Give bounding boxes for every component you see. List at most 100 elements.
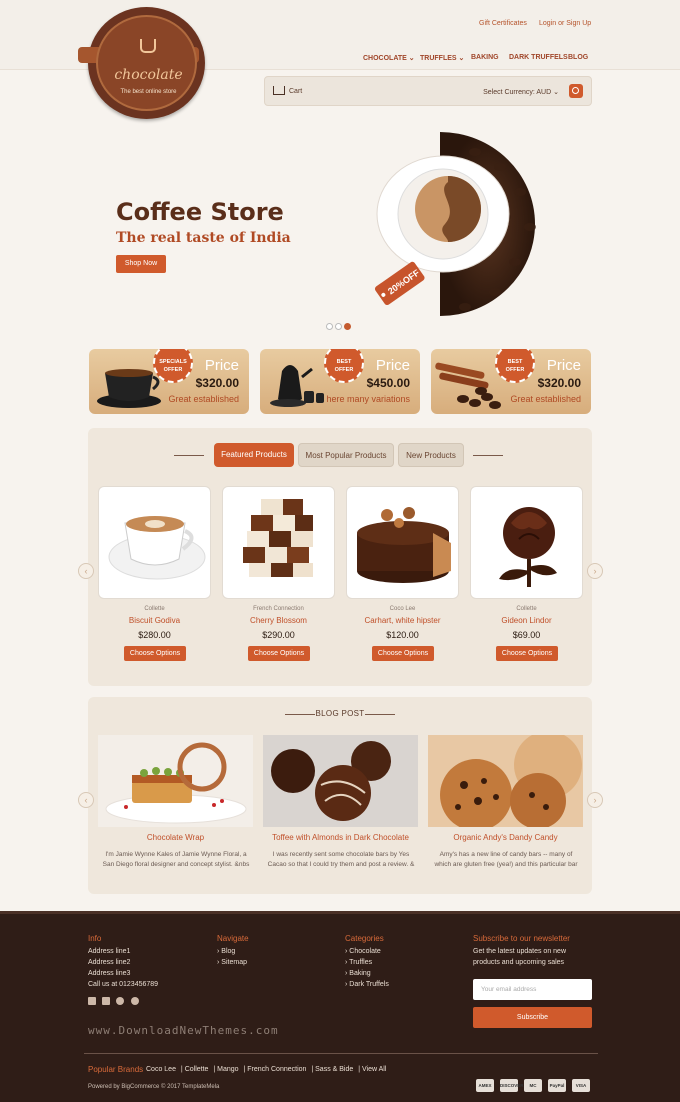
gift-certificates-link[interactable]: Gift Certificates [479,20,527,27]
product-card-image[interactable] [346,486,459,599]
product-name[interactable]: Cherry Blossom [222,616,335,625]
offer-price: $320.00 [195,376,239,390]
newsletter-email-input[interactable]: Your email address [473,979,592,1000]
blog-next-arrow-icon[interactable]: › [587,792,603,808]
watermark-text: www.DownloadNewThemes.com [88,1024,279,1037]
brand-link[interactable]: View All [362,1066,386,1073]
footer-link-blog[interactable]: › Blog [217,948,235,955]
product-card-image[interactable] [222,486,335,599]
best-offer-badge: BEST OFFER [495,349,535,383]
slider-dot-2[interactable] [335,323,342,330]
footer-link-baking[interactable]: › Baking [345,970,371,977]
carousel-next-arrow-icon[interactable]: › [587,563,603,579]
logo-tagline: The best online store [120,89,177,95]
shop-now-button[interactable]: Shop Now [116,255,166,273]
offer-banner-3[interactable]: BEST OFFER Price $320.00 Great establishe… [431,349,591,414]
offer-banner-1[interactable]: SPECIALS OFFER Price $320.00 Great establ… [89,349,249,414]
blog-section-title: BLOG POST [315,709,365,718]
cart-icon[interactable] [273,86,285,95]
product-brand: Collette [144,606,165,612]
brand-link[interactable]: French Connection [247,1066,306,1073]
nav-item-blog[interactable]: BLOG [568,54,588,61]
product-card-image[interactable] [470,486,583,599]
chevron-down-icon: ⌄ [458,55,465,62]
carousel-prev-arrow-icon[interactable]: ‹ [78,563,94,579]
login-signup-link[interactable]: Login or Sign Up [539,20,591,27]
facebook-icon[interactable] [88,997,96,1005]
footer-info-title: Info [88,934,102,943]
specials-offer-badge: SPECIALS OFFER [153,349,193,383]
offer-banner-2[interactable]: BEST OFFER Price $450.00 here many variat… [260,349,420,414]
newsletter-text: products and upcoming sales [473,959,565,966]
product-card-image[interactable] [98,486,211,599]
visa-icon: VISA [572,1079,590,1092]
footer-link-truffles[interactable]: › Truffles [345,959,372,966]
site-logo[interactable]: chocolate The best online store [78,7,205,119]
product-brand: Coco Lee [389,606,416,612]
footer-link-chocolate[interactable]: › Chocolate [345,948,381,955]
cart-link[interactable]: Cart [289,88,302,95]
slider-dot-1[interactable] [326,323,333,330]
product-price: $290.00 [262,630,295,640]
best-offer-badge: BEST OFFER [324,349,364,383]
footer-navigate-title: Navigate [217,934,249,943]
choose-options-button[interactable]: Choose Options [496,646,558,661]
nav-item-baking[interactable]: BAKING [471,54,499,61]
cinnamon-beans-image [435,362,501,409]
chevron-right-icon: › [345,981,348,988]
product-name[interactable]: Gideon Lindor [470,616,583,625]
brand-link[interactable]: Coco Lee [146,1066,176,1073]
logo-name: chocolate [114,67,183,83]
currency-select[interactable]: Select Currency: AUD ⌄ [483,88,559,96]
offer-price-label: Price [375,357,410,374]
choose-options-button[interactable]: Choose Options [248,646,310,661]
chevron-right-icon: › [345,959,348,966]
product-name[interactable]: Biscuit Godiva [98,616,211,625]
tab-most-popular-products[interactable]: Most Popular Products [298,443,394,467]
nav-item-truffles[interactable]: TRUFFLES ⌄ [420,54,464,62]
hero-subtitle: The real taste of India [116,230,291,246]
nav-item-chocolate[interactable]: CHOCOLATE ⌄ [363,54,415,62]
blog-post-excerpt: Amy's has a new line of candy bars -- ma… [434,851,578,868]
pinterest-icon[interactable] [131,997,139,1005]
newsletter-title: Subscribe to our newsletter [473,934,570,943]
chocolate-rose-image [499,507,557,587]
chocolate-truffles-image [271,741,391,821]
brand-link[interactable]: Collette [185,1066,209,1073]
chevron-right-icon: › [345,970,348,977]
blog-post-title[interactable]: Chocolate Wrap [98,833,253,842]
coffee-cup-icon [140,39,156,53]
product-name[interactable]: Carhart, white hipster [346,616,459,625]
brand-link[interactable]: Sass & Bide [315,1066,353,1073]
logo-badge: chocolate The best online store [96,15,197,111]
slider-dot-3[interactable] [344,323,351,330]
product-price: $280.00 [138,630,171,640]
blog-prev-arrow-icon[interactable]: ‹ [78,792,94,808]
blog-post-title[interactable]: Toffee with Almonds in Dark Chocolate [263,833,418,842]
search-icon[interactable] [569,84,583,98]
footer-address-line: Address line3 [88,970,131,977]
linkedin-icon[interactable] [102,997,110,1005]
footer-link-sitemap[interactable]: › Sitemap [217,959,247,966]
chocolate-cake-image [357,507,451,583]
blog-divider-right [365,714,395,715]
blog-post-image[interactable] [428,735,583,827]
brand-link[interactable]: Mango [217,1066,238,1073]
blog-post-image[interactable] [98,735,253,827]
choose-options-button[interactable]: Choose Options [124,646,186,661]
tab-new-products[interactable]: New Products [398,443,464,467]
blog-post-title[interactable]: Organic Andy's Dandy Candy [428,833,583,842]
choose-options-button[interactable]: Choose Options [372,646,434,661]
blog-post-image[interactable] [263,735,418,827]
chevron-right-icon: › [217,948,220,955]
footer-phone: Call us at 0123456789 [88,981,159,988]
subscribe-button[interactable]: Subscribe [473,1007,592,1028]
offer-caption: here many variations [326,394,410,404]
footer-link-dark-truffels[interactable]: › Dark Truffels [345,981,389,988]
product-brand: Collette [516,606,537,612]
twitter-icon[interactable] [116,997,124,1005]
tab-featured-products[interactable]: Featured Products [214,443,294,467]
tabs-divider-left [174,455,204,456]
chevron-down-icon: ⌄ [408,55,415,62]
nav-item-dark-truffels[interactable]: DARK TRUFFELS [509,54,568,61]
